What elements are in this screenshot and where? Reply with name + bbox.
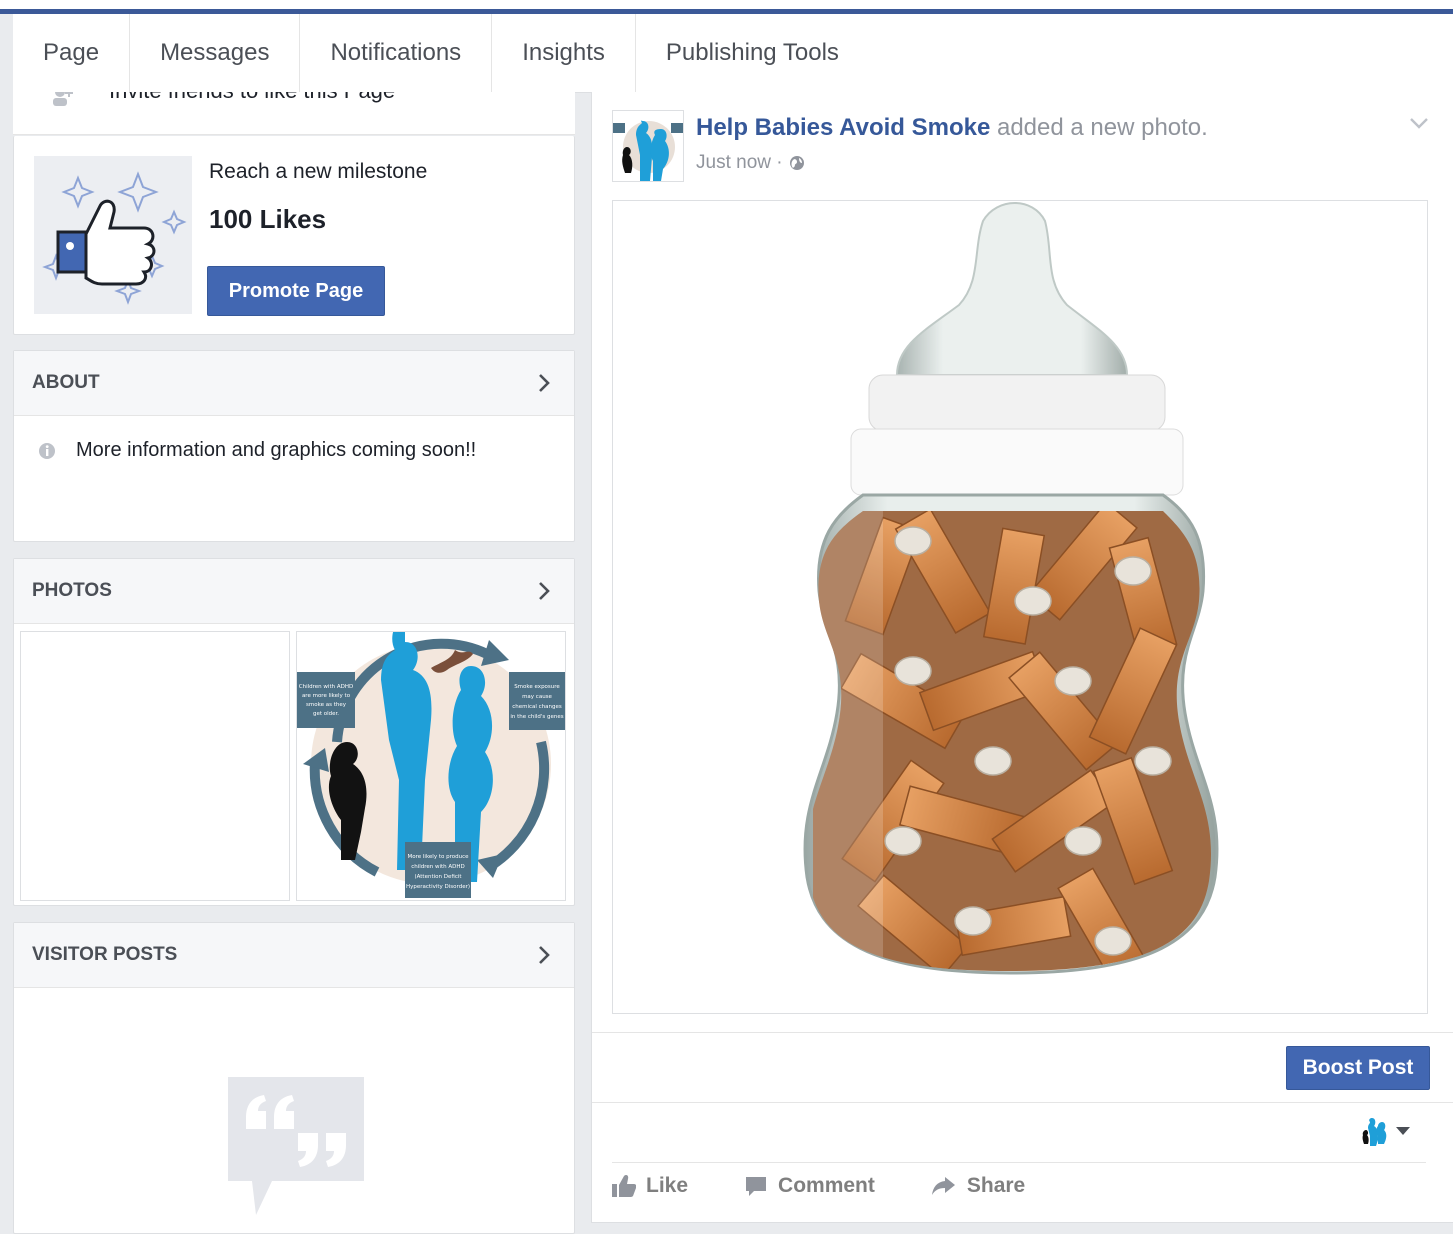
infographic-right-line-1: Smoke exposure <box>514 684 560 690</box>
share-label: Share <box>966 1174 1026 1197</box>
divider <box>592 1102 1453 1103</box>
globe-icon[interactable] <box>789 155 805 171</box>
infographic-right-line-2: may cause <box>522 694 552 700</box>
infographic-left-line-1: Children with ADHD <box>299 684 353 690</box>
page-nav: Page Messages Notifications Insights Pub… <box>13 14 1453 93</box>
promote-page-button[interactable]: Promote Page <box>207 266 385 316</box>
infographic-bottom-line-4: Hyperactivity Disorder) <box>406 884 470 890</box>
share-arrow-icon <box>931 1177 955 1195</box>
about-text: More information and graphics coming soo… <box>76 439 477 461</box>
comment-label: Comment <box>778 1174 875 1197</box>
infographic-bottom-line-2: children with ADHD <box>411 864 465 870</box>
infographic-left-line-4: get older. <box>313 711 339 717</box>
visitor-posts-header[interactable]: VISITOR POSTS <box>14 923 574 988</box>
actor-selector[interactable] <box>1362 1116 1410 1146</box>
post-meta: Just now · <box>696 152 805 174</box>
tab-page[interactable]: Page <box>13 14 131 92</box>
like-button[interactable]: Like <box>612 1174 688 1198</box>
tab-notifications[interactable]: Notifications <box>300 14 493 92</box>
post-actions: Like Comment Share <box>612 1174 1081 1198</box>
add-friend-icon <box>53 92 73 106</box>
infographic-bottom-line-3: (Attention Deficit <box>414 874 462 880</box>
milestone-card: Reach a new milestone 100 Likes Promote … <box>13 136 575 335</box>
infographic-left-line-2: are more likely to <box>302 693 351 699</box>
infographic-bottom-line-1: More likely to produce <box>408 854 470 860</box>
about-title: ABOUT <box>32 372 100 393</box>
invite-friends-row[interactable]: Invite friends to like this Page <box>13 92 575 135</box>
tab-insights[interactable]: Insights <box>492 14 636 92</box>
infographic-left-line-3: smoke as they <box>306 702 347 708</box>
chevron-right-icon[interactable] <box>532 943 556 967</box>
about-row: More information and graphics coming soo… <box>38 439 476 462</box>
divider <box>592 1032 1453 1033</box>
tab-publishing-tools[interactable]: Publishing Tools <box>636 14 869 92</box>
tab-messages[interactable]: Messages <box>130 14 301 92</box>
visitor-posts-title: VISITOR POSTS <box>32 944 178 965</box>
quote-bubble-icon <box>228 1077 364 1215</box>
like-label: Like <box>646 1174 689 1197</box>
caret-down-icon <box>1396 1127 1410 1135</box>
about-header[interactable]: ABOUT <box>14 351 574 416</box>
milestone-label: Reach a new milestone <box>209 160 428 183</box>
visitor-posts-section: VISITOR POSTS <box>13 922 575 1234</box>
page-avatar-mini-icon <box>1362 1118 1387 1146</box>
photo-thumbnail-adhd-infographic[interactable]: Children with ADHD are more likely to sm… <box>296 631 566 901</box>
chevron-down-icon[interactable] <box>1408 116 1430 130</box>
info-icon <box>39 442 55 459</box>
infographic-right-line-4: in the child's genes <box>510 714 563 720</box>
post-card: Help Babies Avoid Smoke added a new phot… <box>591 92 1453 1223</box>
chevron-right-icon[interactable] <box>532 371 556 395</box>
comment-button[interactable]: Comment <box>744 1174 875 1198</box>
photos-header[interactable]: PHOTOS <box>14 559 574 624</box>
post-action-text: added a new photo. <box>990 114 1208 141</box>
invite-friends-label: Invite friends to like this Page <box>109 92 395 104</box>
chevron-right-icon[interactable] <box>532 579 556 603</box>
boost-post-button[interactable]: Boost Post <box>1286 1046 1430 1090</box>
post-header: Help Babies Avoid Smoke added a new phot… <box>696 114 1208 142</box>
share-button[interactable]: Share <box>931 1174 1025 1198</box>
left-column: Invite friends to like this Page Reach a… <box>13 92 575 1234</box>
milestone-value: 100 Likes <box>209 204 327 234</box>
infographic-right-line-3: chemical changes <box>512 704 562 710</box>
top-strip <box>0 0 1453 9</box>
photos-section: PHOTOS Children with ADHD are more likel… <box>13 558 575 906</box>
thumbs-up-icon <box>612 1175 636 1197</box>
page-avatar[interactable] <box>612 110 684 182</box>
thumbs-up-sparkle-icon <box>34 156 192 314</box>
photo-thumbnail-blank[interactable] <box>20 631 290 901</box>
post-timestamp[interactable]: Just now · <box>696 152 783 174</box>
comment-icon <box>746 1177 767 1196</box>
post-photo[interactable] <box>612 200 1428 1014</box>
about-section: ABOUT More information and graphics comi… <box>13 350 575 542</box>
page-name-link[interactable]: Help Babies Avoid Smoke <box>696 114 990 141</box>
divider <box>612 1162 1426 1163</box>
photos-title: PHOTOS <box>32 580 112 601</box>
